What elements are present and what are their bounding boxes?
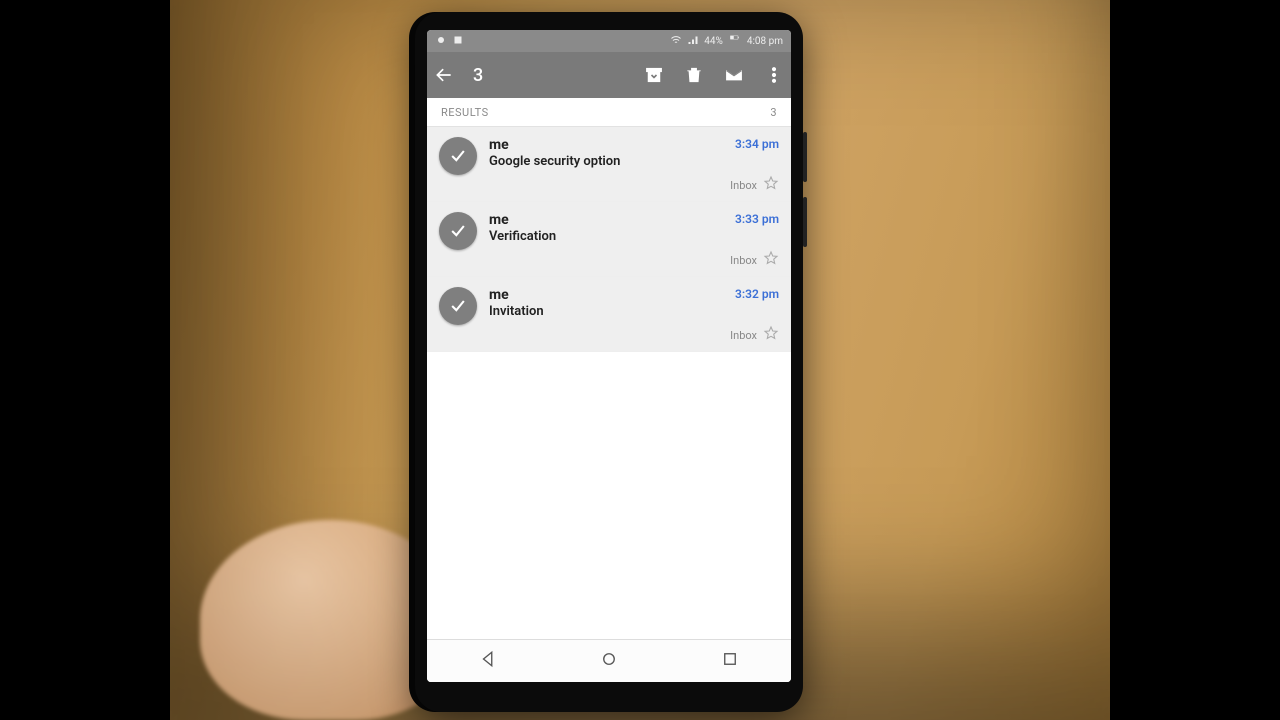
email-row[interactable]: me Google security option 3:34 pm Inbox bbox=[427, 127, 791, 202]
email-sender: me bbox=[489, 212, 556, 228]
results-header: RESULTS 3 bbox=[427, 98, 791, 127]
email-time: 3:33 pm bbox=[735, 212, 779, 226]
battery-icon bbox=[728, 35, 742, 48]
phone-side-button bbox=[803, 132, 807, 182]
email-sender: me bbox=[489, 137, 620, 153]
mark-read-icon[interactable] bbox=[723, 64, 745, 86]
signal-icon bbox=[687, 34, 699, 49]
email-list: me Google security option 3:34 pm Inbox bbox=[427, 127, 791, 682]
selected-checkmark-icon[interactable] bbox=[439, 212, 477, 250]
email-time: 3:34 pm bbox=[735, 137, 779, 151]
email-subject: Invitation bbox=[489, 304, 544, 319]
empty-space bbox=[427, 352, 791, 682]
save-icon bbox=[452, 34, 464, 49]
nav-back-icon[interactable] bbox=[479, 650, 497, 672]
star-icon[interactable] bbox=[763, 250, 779, 270]
results-count: 3 bbox=[770, 106, 777, 119]
stage: 44% 4:08 pm 3 bbox=[0, 0, 1280, 720]
android-nav-bar bbox=[427, 639, 791, 682]
nav-home-icon[interactable] bbox=[600, 650, 618, 672]
email-subject: Verification bbox=[489, 229, 556, 244]
archive-icon[interactable] bbox=[643, 64, 665, 86]
back-arrow-icon[interactable] bbox=[433, 64, 455, 86]
email-time: 3:32 pm bbox=[735, 287, 779, 301]
email-row[interactable]: me Verification 3:33 pm Inbox bbox=[427, 202, 791, 277]
results-label: RESULTS bbox=[441, 106, 489, 119]
sync-icon bbox=[435, 34, 447, 49]
star-icon[interactable] bbox=[763, 325, 779, 345]
email-label: Inbox bbox=[730, 254, 757, 267]
email-sender: me bbox=[489, 287, 544, 303]
overflow-menu-icon[interactable] bbox=[763, 64, 785, 86]
wifi-icon bbox=[670, 34, 682, 49]
status-bar: 44% 4:08 pm bbox=[427, 30, 791, 52]
selected-checkmark-icon[interactable] bbox=[439, 137, 477, 175]
phone-side-button bbox=[803, 197, 807, 247]
phone-screen: 44% 4:08 pm 3 bbox=[427, 30, 791, 682]
email-row[interactable]: me Invitation 3:32 pm Inbox bbox=[427, 277, 791, 352]
clock-text: 4:08 pm bbox=[747, 36, 783, 47]
phone-frame: 44% 4:08 pm 3 bbox=[415, 12, 803, 712]
selected-checkmark-icon[interactable] bbox=[439, 287, 477, 325]
email-subject: Google security option bbox=[489, 154, 620, 169]
email-label: Inbox bbox=[730, 179, 757, 192]
delete-icon[interactable] bbox=[683, 64, 705, 86]
nav-recent-icon[interactable] bbox=[721, 650, 739, 672]
selection-toolbar: 3 bbox=[427, 52, 791, 98]
battery-text: 44% bbox=[704, 36, 723, 47]
selection-count: 3 bbox=[473, 65, 483, 86]
star-icon[interactable] bbox=[763, 175, 779, 195]
email-label: Inbox bbox=[730, 329, 757, 342]
